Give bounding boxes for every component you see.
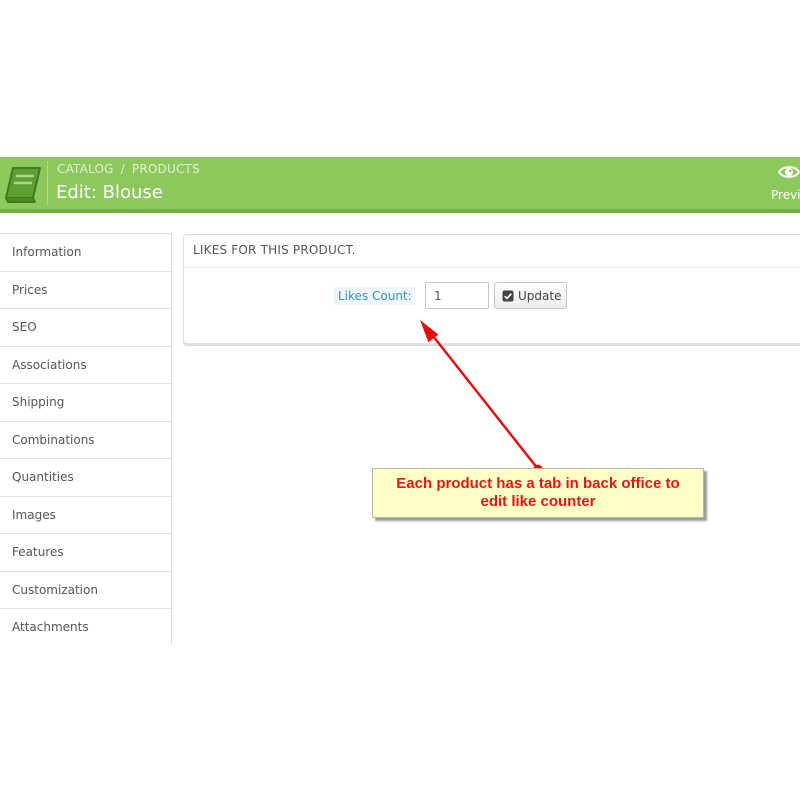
breadcrumb-catalog[interactable]: CATALOG (57, 162, 114, 176)
tab-prices[interactable]: Prices (0, 272, 171, 309)
tab-customization[interactable]: Customization (0, 572, 171, 609)
breadcrumb: CATALOG / PRODUCTS (57, 162, 200, 176)
panel-heading: LIKES FOR THIS PRODUCT. (184, 235, 800, 268)
tab-associations[interactable]: Associations (0, 347, 171, 384)
update-label: Update (518, 289, 562, 303)
likes-count-input[interactable] (425, 282, 489, 309)
check-square-icon (502, 290, 514, 302)
callout-line-1: Each product has a tab in back office to (396, 475, 680, 492)
breadcrumb-products[interactable]: PRODUCTS (132, 162, 200, 176)
breadcrumb-separator: / (120, 162, 125, 176)
tab-shipping[interactable]: Shipping (0, 384, 171, 422)
tab-information[interactable]: Information (0, 234, 171, 272)
tab-quantities[interactable]: Quantities (0, 459, 171, 497)
tab-attachments[interactable]: Attachments (0, 609, 171, 644)
book-icon (5, 167, 41, 203)
preview-button[interactable]: Previ (768, 161, 800, 205)
page-header: CATALOG / PRODUCTS Edit: Blouse Previ (0, 157, 800, 213)
annotation-callout: Each product has a tab in back office to… (372, 468, 704, 518)
eye-icon (778, 166, 800, 178)
page-title: Edit: Blouse (56, 182, 163, 203)
likes-panel: LIKES FOR THIS PRODUCT. Likes Count: Upd… (183, 234, 800, 344)
header-divider (47, 161, 48, 205)
likes-count-label: Likes Count: (334, 287, 415, 305)
tab-features[interactable]: Features (0, 534, 171, 572)
preview-label: Previ (771, 188, 800, 202)
tab-seo[interactable]: SEO (0, 309, 171, 347)
panel-title: LIKES FOR THIS PRODUCT. (193, 243, 356, 257)
tab-combinations[interactable]: Combinations (0, 422, 171, 459)
update-button[interactable]: Update (494, 282, 567, 309)
callout-line-2: edit like counter (480, 493, 596, 510)
product-tabs: Information Prices SEO Associations Ship… (0, 233, 172, 644)
tab-images[interactable]: Images (0, 497, 171, 534)
